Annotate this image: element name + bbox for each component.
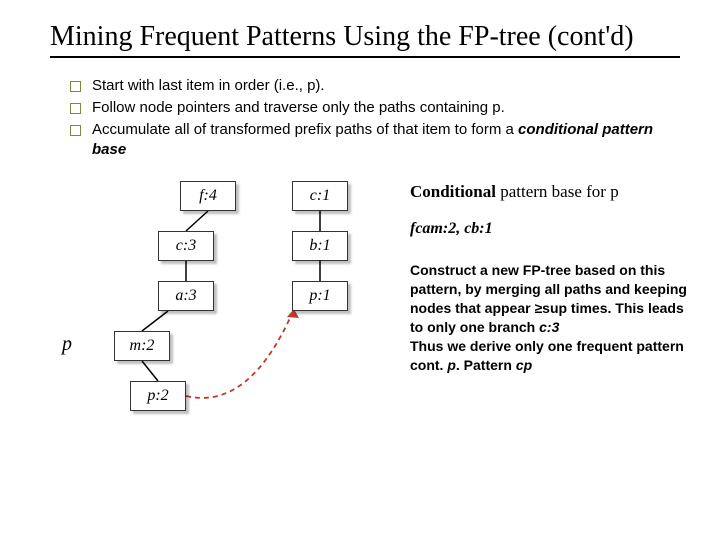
construct-geq: ≥ <box>534 300 542 316</box>
node-c1: c:1 <box>292 181 348 211</box>
construct-sup: sup <box>542 300 567 316</box>
construct-branch: c:3 <box>539 319 559 335</box>
node-f4: f:4 <box>180 181 236 211</box>
diagram-area: f:4 c:1 c:3 b:1 a:3 p:1 m:2 p:2 p Condit… <box>50 181 680 511</box>
cpb-value: fcam:2, cb:1 <box>410 218 690 240</box>
node-m2: m:2 <box>114 331 170 361</box>
construct-pattern-lbl: . Pattern <box>456 357 516 373</box>
node-p1: p:1 <box>292 281 348 311</box>
right-text: Conditional pattern base for p fcam:2, c… <box>410 181 690 375</box>
cpb-title: Conditional pattern base for p <box>410 181 690 204</box>
construct-cp: cp <box>516 357 532 373</box>
bullet-2: Follow node pointers and traverse only t… <box>70 98 680 118</box>
bullet-3: Accumulate all of transformed prefix pat… <box>70 120 680 161</box>
construct-text: Construct a new FP-tree based on this pa… <box>410 261 690 374</box>
bullet-1: Start with last item in order (i.e., p). <box>70 76 680 96</box>
cpb-title-bold: Conditional <box>410 182 496 201</box>
bullet-3-text: Accumulate all of transformed prefix pat… <box>92 121 518 138</box>
construct-p: p <box>447 357 456 373</box>
node-c3: c:3 <box>158 231 214 261</box>
node-b1: b:1 <box>292 231 348 261</box>
node-p2: p:2 <box>130 381 186 411</box>
bullet-list: Start with last item in order (i.e., p).… <box>70 76 680 161</box>
p-label: p <box>62 333 72 356</box>
tree-edges <box>50 181 410 511</box>
node-a3: a:3 <box>158 281 214 311</box>
slide-title: Mining Frequent Patterns Using the FP-tr… <box>50 20 680 58</box>
cpb-title-rest: pattern base for p <box>496 182 619 201</box>
